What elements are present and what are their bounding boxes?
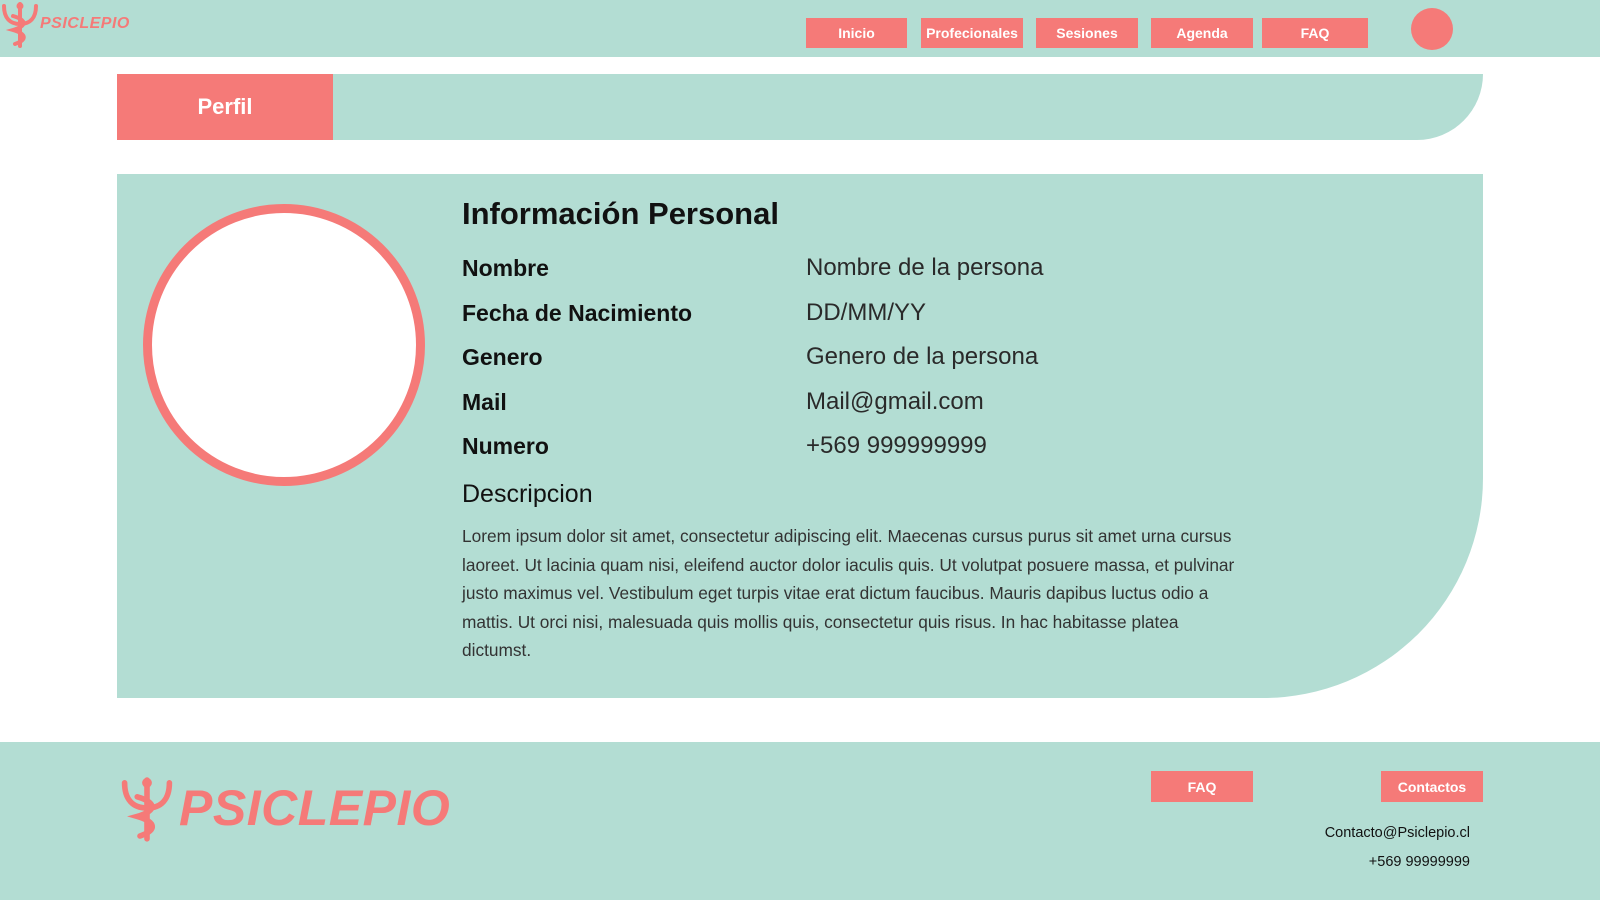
user-avatar-icon[interactable] (1411, 8, 1453, 50)
nav-agenda-button[interactable]: Agenda (1151, 18, 1253, 48)
field-label-genero: Genero (462, 344, 543, 370)
tab-perfil[interactable]: Perfil (117, 74, 333, 140)
field-value-mail: Mail@gmail.com (806, 388, 984, 415)
nav-faq-button[interactable]: FAQ (1262, 18, 1368, 48)
field-label-fecha-nacimiento: Fecha de Nacimiento (462, 300, 693, 326)
nav-profesionales-button[interactable]: Profecionales (921, 18, 1023, 48)
field-label-mail: Mail (462, 389, 507, 415)
section-title: Información Personal (462, 196, 779, 231)
field-value-genero: Genero de la persona (806, 343, 1039, 370)
field-value-numero: +569 999999999 (806, 432, 987, 459)
footer-phone: +569 99999999 (1368, 854, 1470, 870)
nav-inicio-button[interactable]: Inicio (806, 18, 907, 48)
field-value-nombre: Nombre de la persona (806, 254, 1044, 281)
footer-email[interactable]: Contacto@Psiclepio.cl (1325, 825, 1470, 841)
caduceus-psi-icon (2, 2, 38, 48)
caduceus-psi-icon (121, 777, 173, 842)
field-label-numero: Numero (462, 433, 549, 459)
field-value-fecha-nacimiento: DD/MM/YY (806, 299, 926, 326)
footer-brand-name: PSICLEPIO (179, 780, 451, 836)
field-label-nombre: Nombre (462, 255, 549, 281)
description-title: Descripcion (462, 480, 593, 508)
description-text: Lorem ipsum dolor sit amet, consectetur … (462, 526, 1235, 660)
profile-photo[interactable] (143, 204, 425, 486)
header-logo[interactable]: PSICLEPIO (0, 0, 130, 48)
footer-logo[interactable]: PSICLEPIO (119, 770, 450, 846)
brand-name: PSICLEPIO (40, 15, 130, 32)
footer-faq-button[interactable]: FAQ (1151, 771, 1253, 802)
footer-contactos-button[interactable]: Contactos (1381, 771, 1483, 802)
nav-sesiones-button[interactable]: Sesiones (1036, 18, 1138, 48)
